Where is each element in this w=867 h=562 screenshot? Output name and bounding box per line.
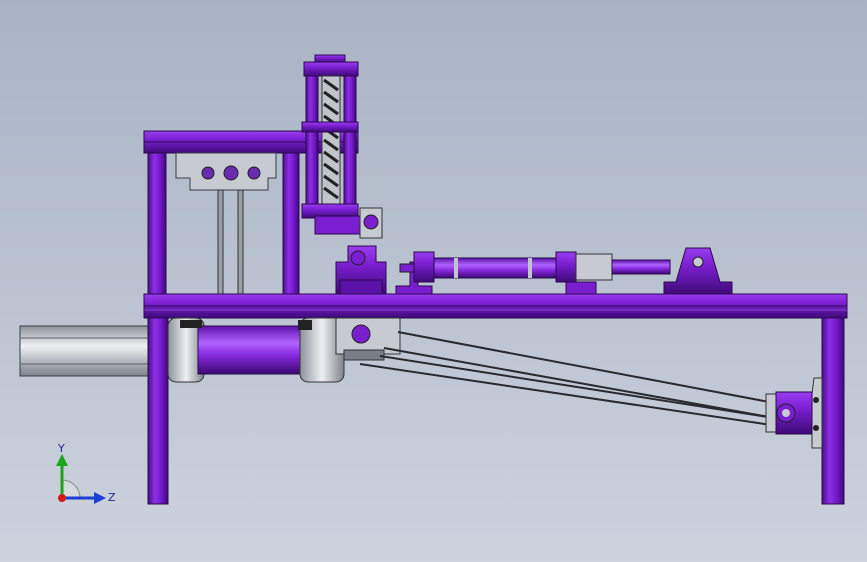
- left-extrusion-stub: [19, 325, 149, 377]
- belt-tensioner-bracket: [765, 377, 823, 449]
- horizontal-pneumatic-cylinder: [395, 251, 671, 295]
- pillow-block-left: [335, 245, 387, 295]
- main-table-rail: [143, 293, 848, 319]
- pillow-block-right: [663, 247, 733, 295]
- drive-motor-drum: [167, 317, 401, 383]
- y-axis-label: Y: [57, 442, 65, 455]
- machine-assembly-model[interactable]: [0, 0, 867, 562]
- orientation-triad: Y Z: [56, 442, 116, 504]
- drive-belts: [359, 331, 781, 427]
- x-axis-dot: [58, 494, 66, 502]
- cad-viewport[interactable]: Y Z: [0, 0, 867, 562]
- guide-plate: [175, 152, 277, 297]
- z-axis-label: Z: [108, 491, 116, 504]
